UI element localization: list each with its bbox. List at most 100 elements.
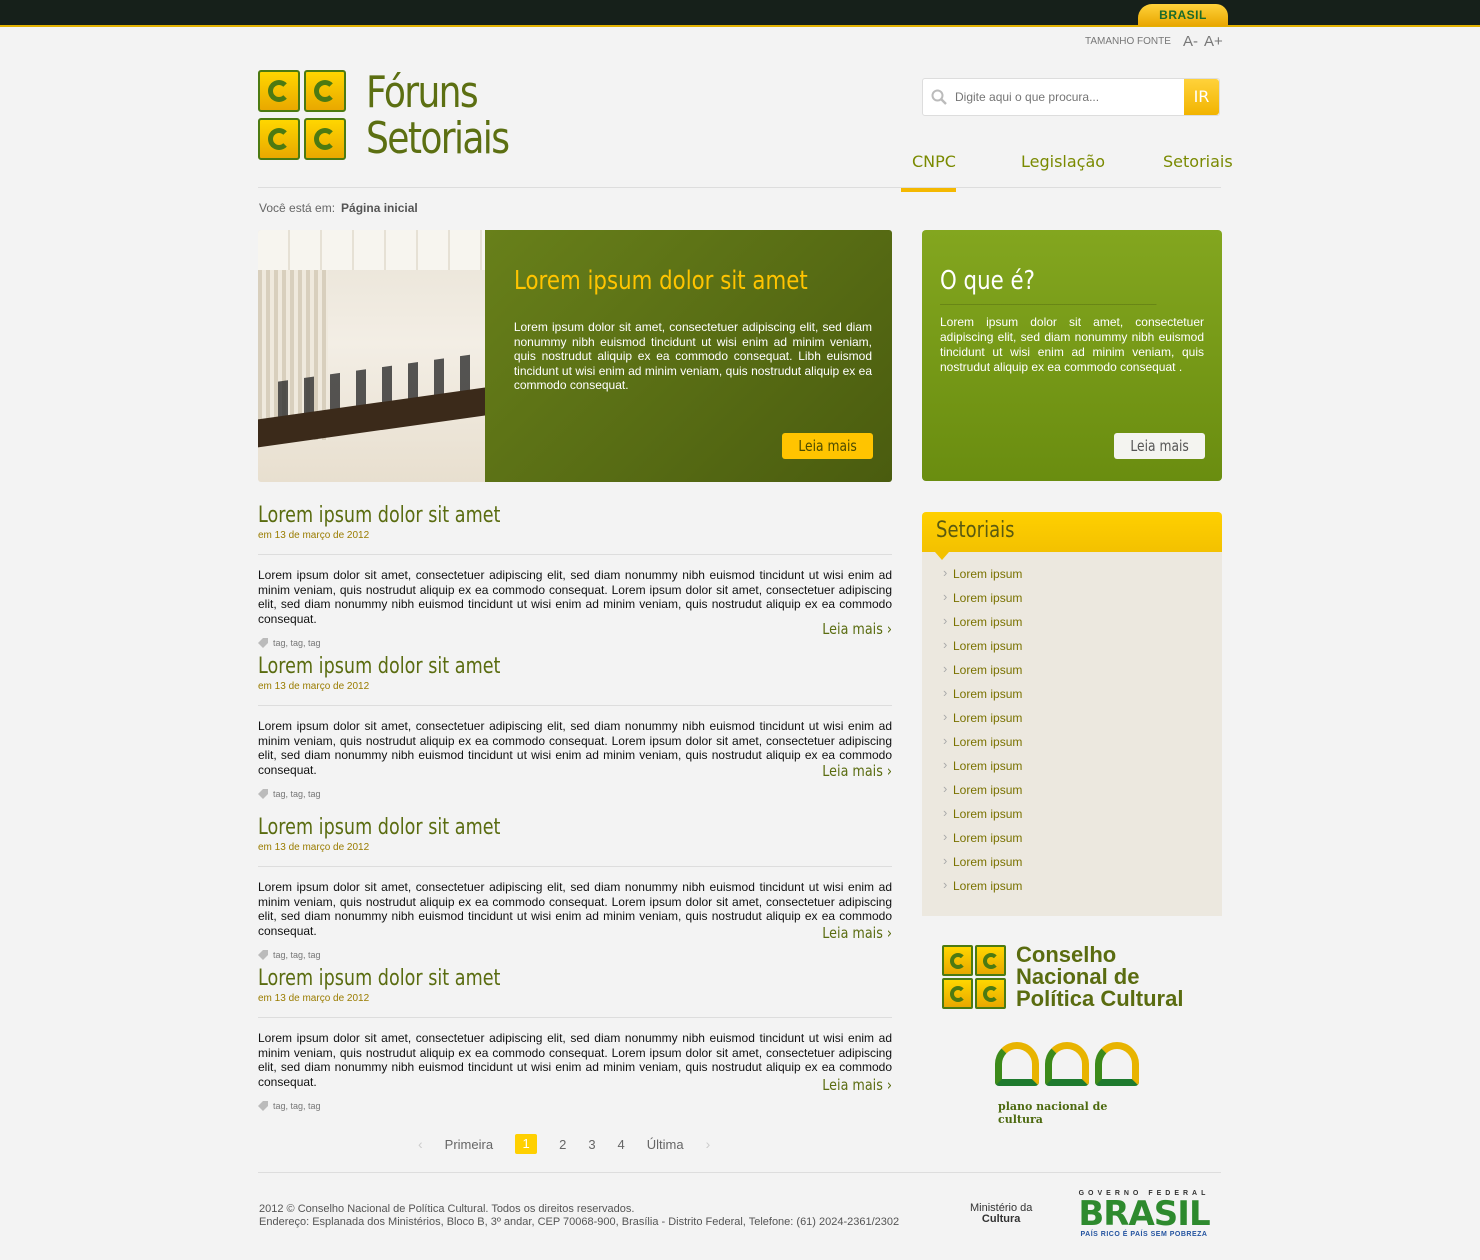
- about-read-more-button[interactable]: Leia mais: [1113, 433, 1205, 459]
- setoriais-item[interactable]: Lorem ipsum: [922, 685, 1222, 711]
- news-text: Lorem ipsum dolor sit amet, consectetuer…: [258, 1031, 892, 1089]
- breadcrumb-prefix: Você está em:: [259, 201, 336, 215]
- setoriais-item[interactable]: Lorem ipsum: [922, 613, 1222, 639]
- setoriais-header: Setoriais: [922, 512, 1222, 552]
- breadcrumb-current[interactable]: Página inicial: [341, 201, 418, 215]
- setoriais-item[interactable]: Lorem ipsum: [922, 877, 1222, 903]
- cnpc-mark-icon: [942, 945, 1006, 1009]
- news-text: Lorem ipsum dolor sit amet, consectetuer…: [258, 880, 892, 938]
- setoriais-item[interactable]: Lorem ipsum: [922, 829, 1222, 855]
- featured-banner: Lorem ipsum dolor sit amet Lorem ipsum d…: [258, 230, 892, 482]
- nav-item-setoriais[interactable]: Setoriais: [1163, 152, 1233, 171]
- news-tags-text[interactable]: tag, tag, tag: [273, 789, 321, 799]
- news-read-more-link[interactable]: Leia mais ›: [822, 620, 892, 638]
- page-first[interactable]: Primeira: [445, 1137, 493, 1152]
- next-page-icon[interactable]: ›: [706, 1136, 711, 1152]
- pagination: ‹ Primeira 1 2 3 4 Última ›: [418, 1134, 732, 1154]
- pnc-label: plano nacional de cultura: [998, 1100, 1108, 1126]
- tag-icon: [258, 950, 268, 960]
- setoriais-item[interactable]: Lorem ipsum: [922, 565, 1222, 591]
- setoriais-item[interactable]: Lorem ipsum: [922, 661, 1222, 687]
- setoriais-item[interactable]: Lorem ipsum: [922, 589, 1222, 615]
- news-date: em 13 de março de 2012: [258, 681, 370, 692]
- page-1-current[interactable]: 1: [515, 1134, 538, 1154]
- about-title: O que é?: [940, 266, 1157, 305]
- header-divider: [258, 187, 1221, 188]
- page-2[interactable]: 2: [559, 1137, 566, 1152]
- footer-info: 2012 © Conselho Nacional de Política Cul…: [259, 1203, 899, 1229]
- search-input[interactable]: [955, 79, 1184, 115]
- tag-icon: [258, 1101, 268, 1111]
- pnc-logo[interactable]: plano nacional de cultura: [995, 1042, 1145, 1126]
- footer-divider: [258, 1172, 1221, 1173]
- news-tags: tag, tag, tag: [258, 1101, 892, 1111]
- news-date: em 13 de março de 2012: [258, 842, 370, 853]
- top-bar: BRASIL: [0, 0, 1480, 27]
- font-increase-button[interactable]: A+: [1204, 33, 1223, 50]
- news-tags-text[interactable]: tag, tag, tag: [273, 950, 321, 960]
- news-read-more-link[interactable]: Leia mais ›: [822, 762, 892, 780]
- search-box: IR: [922, 78, 1220, 116]
- breadcrumb: Você está em: Página inicial: [259, 201, 418, 215]
- about-box: O que é? Lorem ipsum dolor sit amet, con…: [922, 230, 1222, 481]
- page-3[interactable]: 3: [588, 1137, 595, 1152]
- governo-federal-logo[interactable]: GOVERNO FEDERAL BRASIL PAÍS RICO É PAÍS …: [1066, 1190, 1222, 1238]
- news-tags: tag, tag, tag: [258, 950, 892, 960]
- news-item: Lorem ipsum dolor sit amet em 13 de març…: [258, 966, 892, 1111]
- setoriais-item[interactable]: Lorem ipsum: [922, 709, 1222, 735]
- page-last[interactable]: Última: [647, 1137, 684, 1152]
- news-tags: tag, tag, tag: [258, 638, 892, 648]
- setoriais-list: Lorem ipsum Lorem ipsum Lorem ipsum Lore…: [922, 552, 1222, 916]
- news-title[interactable]: Lorem ipsum dolor sit amet: [258, 966, 765, 991]
- news-date: em 13 de março de 2012: [258, 530, 370, 541]
- tag-icon: [258, 789, 268, 799]
- cnpc-logo[interactable]: Conselho Nacional de Política Cultural: [942, 944, 1183, 1010]
- brasil-gov-link[interactable]: BRASIL: [1138, 4, 1228, 26]
- setoriais-item[interactable]: Lorem ipsum: [922, 757, 1222, 783]
- setoriais-item[interactable]: Lorem ipsum: [922, 781, 1222, 807]
- setoriais-title: Setoriais: [936, 518, 1015, 543]
- search-submit-button[interactable]: IR: [1184, 79, 1219, 115]
- news-tags-text[interactable]: tag, tag, tag: [273, 1101, 321, 1111]
- pnc-mark-icon: [995, 1042, 1145, 1086]
- news-text: Lorem ipsum dolor sit amet, consectetuer…: [258, 568, 892, 626]
- logo-line-2: Setoriais: [366, 113, 510, 164]
- prev-page-icon[interactable]: ‹: [418, 1136, 423, 1152]
- setoriais-item[interactable]: Lorem ipsum: [922, 805, 1222, 831]
- news-item: Lorem ipsum dolor sit amet em 13 de març…: [258, 503, 892, 648]
- logo-mark-icon: [258, 70, 346, 162]
- setoriais-item[interactable]: Lorem ipsum: [922, 853, 1222, 879]
- news-text: Lorem ipsum dolor sit amet, consectetuer…: [258, 719, 892, 777]
- nav-item-legislacao[interactable]: Legislação: [1021, 152, 1105, 171]
- feature-title[interactable]: Lorem ipsum dolor sit amet: [514, 266, 808, 296]
- news-item: Lorem ipsum dolor sit amet em 13 de març…: [258, 654, 892, 799]
- news-item: Lorem ipsum dolor sit amet em 13 de març…: [258, 815, 892, 960]
- news-title[interactable]: Lorem ipsum dolor sit amet: [258, 815, 765, 840]
- footer-copyright: 2012 © Conselho Nacional de Política Cul…: [259, 1203, 635, 1215]
- news-read-more-link[interactable]: Leia mais ›: [822, 1076, 892, 1094]
- meeting-photo: [258, 230, 485, 482]
- font-size-controls: TAMANHO FONTE A- A+: [1085, 33, 1223, 50]
- tag-icon: [258, 638, 268, 648]
- page-4[interactable]: 4: [618, 1137, 625, 1152]
- font-size-label: TAMANHO FONTE: [1085, 36, 1171, 47]
- news-title[interactable]: Lorem ipsum dolor sit amet: [258, 654, 765, 679]
- news-read-more-link[interactable]: Leia mais ›: [822, 924, 892, 942]
- site-logo[interactable]: Fóruns Setoriais: [258, 70, 540, 162]
- feature-read-more-button[interactable]: Leia mais: [781, 433, 873, 459]
- setoriais-item[interactable]: Lorem ipsum: [922, 733, 1222, 759]
- main-nav: CNPC Legislação Setoriais: [901, 148, 1233, 192]
- logo-text: Fóruns Setoriais: [366, 67, 510, 164]
- feature-text: Lorem ipsum dolor sit amet, consectetuer…: [513, 320, 872, 392]
- news-tags: tag, tag, tag: [258, 789, 892, 799]
- font-decrease-button[interactable]: A-: [1183, 33, 1198, 50]
- about-text: Lorem ipsum dolor sit amet, consectetuer…: [940, 315, 1204, 374]
- nav-item-cnpc[interactable]: CNPC: [912, 152, 956, 171]
- search-icon: [923, 79, 955, 115]
- logo-line-1: Fóruns: [366, 67, 479, 118]
- setoriais-item[interactable]: Lorem ipsum: [922, 637, 1222, 663]
- news-title[interactable]: Lorem ipsum dolor sit amet: [258, 503, 765, 528]
- news-tags-text[interactable]: tag, tag, tag: [273, 638, 321, 648]
- cnpc-logo-text: Conselho Nacional de Política Cultural: [1016, 942, 1184, 1011]
- ministerio-cultura-logo[interactable]: Ministério da Cultura: [970, 1203, 1032, 1225]
